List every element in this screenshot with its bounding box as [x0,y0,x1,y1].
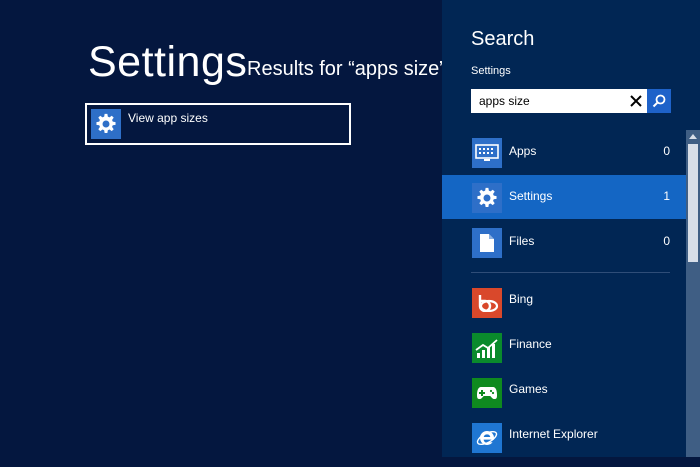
search-scope-label: Settings [471,65,511,77]
app-bing[interactable]: Bing [442,288,686,332]
bing-icon [472,288,502,318]
category-count: 0 [663,234,670,248]
internet-explorer-icon [472,423,502,453]
category-settings[interactable]: Settings 1 [442,175,686,219]
clear-search-button[interactable] [625,89,647,113]
category-count: 1 [663,189,670,203]
category-label: Settings [509,189,553,203]
category-apps[interactable]: Apps 0 [442,130,686,174]
app-label: Bing [509,292,534,306]
result-view-app-sizes[interactable]: View app sizes [85,103,351,145]
app-internet-explorer[interactable]: Internet Explorer [442,423,686,467]
gear-icon [472,183,502,213]
file-icon [472,228,502,258]
app-label: Internet Explorer [509,427,598,441]
search-input[interactable] [471,89,629,113]
app-label: Games [509,382,548,396]
gear-icon [91,109,121,139]
result-label: View app sizes [128,111,208,125]
gamepad-icon [472,378,502,408]
scrollbar[interactable] [686,130,700,457]
category-label: Apps [509,144,537,158]
search-box [471,89,671,113]
page-title: Settings [88,38,248,86]
search-button[interactable] [647,89,671,113]
results-for-text: Results for “apps size” [247,58,446,80]
finance-chart-icon [472,333,502,363]
search-results-area: Settings Results for “apps size” View ap… [0,0,446,457]
category-files[interactable]: Files 0 [442,220,686,264]
divider [471,272,670,273]
app-games[interactable]: Games [442,378,686,422]
scroll-up-arrow-icon[interactable] [686,130,700,142]
search-icon [652,94,666,108]
category-label: Files [509,234,535,248]
app-finance[interactable]: Finance [442,333,686,377]
apps-keyboard-icon [472,138,502,168]
search-charm-pane: Search Settings apps size Apps 0 Setting… [442,0,700,457]
category-count: 0 [663,144,670,158]
close-icon [630,95,642,107]
search-pane-title: Search [471,28,535,50]
app-label: Finance [509,337,552,351]
scrollbar-thumb[interactable] [688,144,698,262]
